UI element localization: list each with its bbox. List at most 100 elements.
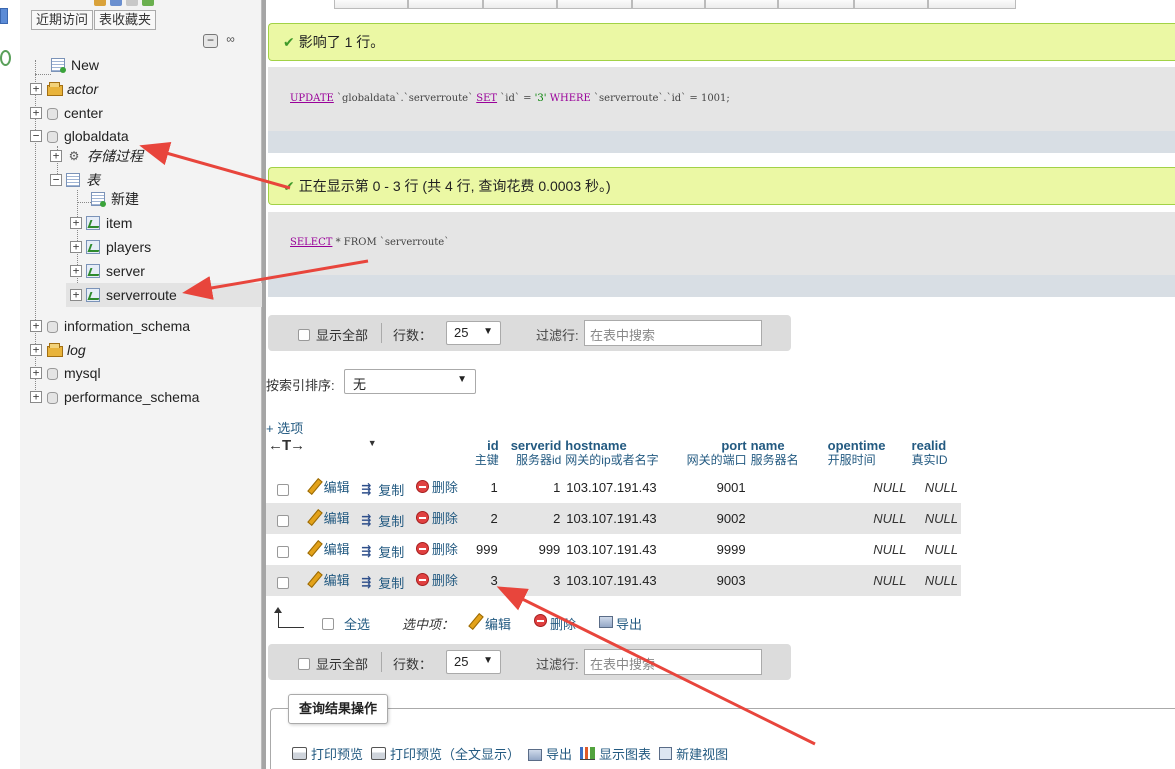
- expand-icon[interactable]: +: [30, 367, 42, 379]
- copy-button[interactable]: ⇶ 复制: [361, 511, 404, 530]
- copy-button[interactable]: ⇶ 复制: [361, 573, 404, 592]
- edit-button[interactable]: 编辑: [307, 477, 350, 496]
- cell-opentime[interactable]: NULL: [825, 565, 910, 596]
- delete-button[interactable]: 删除: [415, 539, 458, 558]
- top-tab[interactable]: [928, 0, 1016, 9]
- cell-hostname[interactable]: 103.107.191.43: [563, 503, 685, 534]
- tree-item-procedures[interactable]: + ⚙ 存储过程: [50, 146, 143, 166]
- tree-item-globaldata[interactable]: − globaldata: [30, 126, 129, 146]
- top-tab[interactable]: [557, 0, 632, 9]
- create-view-link[interactable]: 新建视图: [659, 744, 728, 763]
- link-with-main-icon[interactable]: ∞: [223, 33, 238, 48]
- expand-icon[interactable]: +: [30, 344, 42, 356]
- top-tab[interactable]: [705, 0, 778, 9]
- edit-button[interactable]: 编辑: [307, 539, 350, 558]
- expand-icon[interactable]: +: [70, 217, 82, 229]
- column-name[interactable]: hostname: [565, 438, 626, 453]
- copy-button[interactable]: ⇶ 复制: [361, 542, 404, 561]
- expand-icon[interactable]: +: [70, 265, 82, 277]
- cell-port[interactable]: 9001: [684, 472, 749, 503]
- collapse-icon[interactable]: −: [50, 174, 62, 186]
- expand-icon[interactable]: +: [70, 241, 82, 253]
- top-tab[interactable]: [483, 0, 557, 9]
- cell-id[interactable]: 2: [468, 503, 501, 534]
- column-header-opentime[interactable]: opentime 开服时间: [825, 436, 910, 472]
- column-header-id[interactable]: id 主键: [468, 436, 501, 472]
- cell-serverid[interactable]: 999: [500, 534, 564, 565]
- print-preview-link[interactable]: 打印预览: [292, 744, 363, 763]
- tab-recent[interactable]: 近期访问: [31, 10, 94, 30]
- tree-item-item[interactable]: + item: [70, 213, 132, 233]
- row-checkbox[interactable]: [277, 576, 289, 589]
- column-header-name[interactable]: name 服务器名: [748, 436, 826, 472]
- cell-id[interactable]: 999: [468, 534, 501, 565]
- expand-icon[interactable]: +: [30, 83, 42, 95]
- filter-input[interactable]: 在表中搜索: [584, 649, 762, 675]
- chevron-down-icon[interactable]: ▼: [368, 438, 377, 448]
- sort-by-index-select[interactable]: 无 ▼: [344, 369, 476, 394]
- cell-opentime[interactable]: NULL: [825, 472, 910, 503]
- cell-hostname[interactable]: 103.107.191.43: [563, 534, 685, 565]
- expand-icon[interactable]: +: [50, 150, 62, 162]
- show-all-checkbox[interactable]: [298, 657, 310, 670]
- show-all-toggle[interactable]: 显示全部: [298, 325, 368, 344]
- home-icon[interactable]: [0, 8, 8, 24]
- cell-serverid[interactable]: 3: [500, 565, 564, 596]
- edit-button[interactable]: 编辑: [307, 508, 350, 527]
- column-header-hostname[interactable]: hostname 网关的ip或者名字: [563, 436, 685, 472]
- select-all-checkbox[interactable]: [322, 617, 334, 630]
- row-checkbox[interactable]: [277, 514, 289, 527]
- tree-item-performance-schema[interactable]: + performance_schema: [30, 387, 199, 407]
- rows-select[interactable]: 25 ▼: [446, 650, 501, 674]
- tree-item-actor[interactable]: + actor: [30, 79, 98, 99]
- sql-keyword[interactable]: UPDATE: [290, 93, 334, 104]
- top-tab[interactable]: [854, 0, 928, 9]
- cell-realid[interactable]: NULL: [909, 565, 961, 596]
- column-header-realid[interactable]: realid 真实ID: [909, 436, 961, 472]
- cell-realid[interactable]: NULL: [909, 472, 961, 503]
- cell-opentime[interactable]: NULL: [825, 534, 910, 565]
- export-link[interactable]: 导出: [528, 744, 572, 763]
- row-checkbox[interactable]: [277, 483, 289, 496]
- reload-icon[interactable]: [0, 50, 11, 66]
- cell-name[interactable]: [748, 534, 826, 565]
- expand-icon[interactable]: +: [30, 391, 42, 403]
- tree-item-information-schema[interactable]: + information_schema: [30, 316, 190, 336]
- cell-serverid[interactable]: 2: [500, 503, 564, 534]
- cell-name[interactable]: [748, 472, 826, 503]
- tree-item-server[interactable]: + server: [70, 261, 145, 281]
- tree-item-players[interactable]: + players: [70, 237, 151, 257]
- tree-item-mysql[interactable]: + mysql: [30, 363, 101, 383]
- cell-port[interactable]: 9002: [684, 503, 749, 534]
- select-all-toggle[interactable]: 全选: [322, 614, 370, 633]
- cell-name[interactable]: [748, 503, 826, 534]
- sql-keyword[interactable]: SELECT: [290, 237, 332, 248]
- bulk-export-button[interactable]: 导出: [599, 614, 642, 633]
- top-tab[interactable]: [408, 0, 483, 9]
- column-header-serverid[interactable]: serverid 服务器id: [500, 436, 564, 472]
- column-name[interactable]: port: [721, 438, 746, 453]
- options-link[interactable]: + 选项: [266, 418, 303, 437]
- docs-icon[interactable]: [110, 0, 122, 6]
- tree-item-serverroute[interactable]: + serverroute: [66, 283, 262, 307]
- sql-keyword[interactable]: SET: [476, 93, 497, 104]
- top-tab[interactable]: [334, 0, 408, 9]
- top-tab[interactable]: [778, 0, 854, 9]
- tree-item-tables[interactable]: − 表: [50, 170, 100, 190]
- column-name[interactable]: serverid: [511, 438, 562, 453]
- show-all-checkbox[interactable]: [298, 328, 310, 341]
- rows-select[interactable]: 25 ▼: [446, 321, 501, 345]
- column-name[interactable]: name: [751, 438, 785, 453]
- cell-id[interactable]: 1: [468, 472, 501, 503]
- cell-id[interactable]: 3: [468, 565, 501, 596]
- cell-realid[interactable]: NULL: [909, 503, 961, 534]
- bulk-delete-button[interactable]: 删除: [534, 614, 576, 633]
- cell-name[interactable]: [748, 565, 826, 596]
- delete-button[interactable]: 删除: [415, 508, 458, 527]
- collapse-icon[interactable]: −: [30, 130, 42, 142]
- show-all-toggle[interactable]: 显示全部: [298, 654, 368, 673]
- copy-button[interactable]: ⇶ 复制: [361, 480, 404, 499]
- tab-favorites[interactable]: 表收藏夹: [94, 10, 157, 30]
- column-name[interactable]: realid: [912, 438, 947, 453]
- expand-icon[interactable]: +: [70, 289, 82, 301]
